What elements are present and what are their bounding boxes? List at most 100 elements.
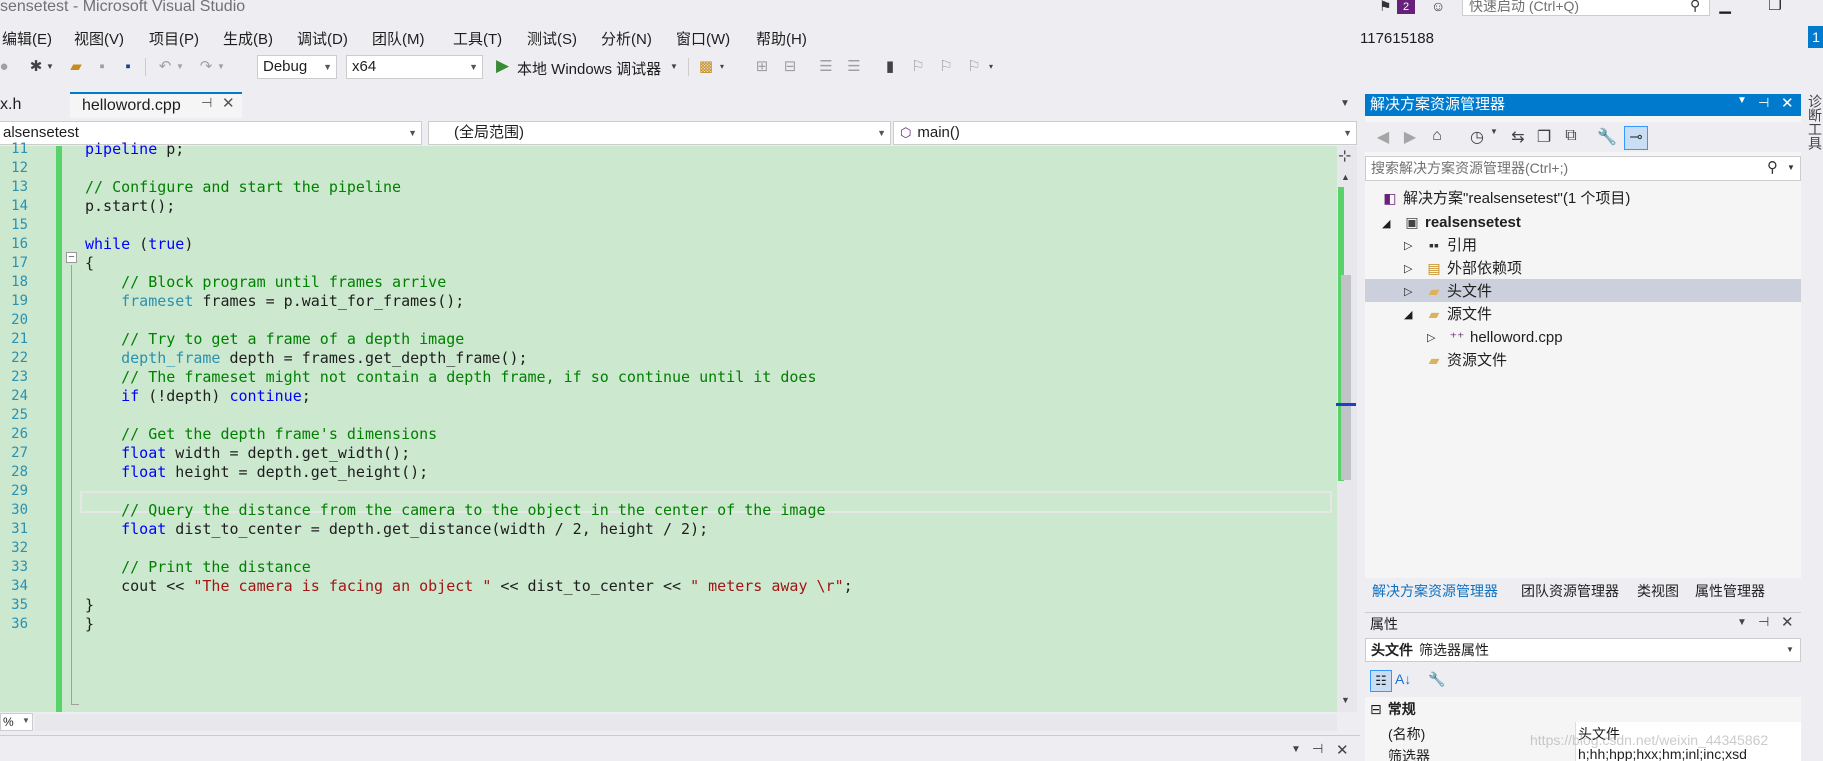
quick-launch-input[interactable]: 快速启动 (Ctrl+Q) bbox=[1462, 0, 1710, 16]
search-icon[interactable]: ⚲ bbox=[1767, 158, 1778, 176]
menu-view[interactable]: 视图(V) bbox=[74, 28, 124, 49]
properties-object-select[interactable]: 头文件 筛选器属性 bbox=[1365, 638, 1801, 662]
scrollbar-thumb[interactable] bbox=[1341, 275, 1351, 480]
home-icon[interactable]: ⌂ bbox=[1426, 127, 1448, 145]
collapsed-arrow-icon[interactable]: ▷ bbox=[1404, 285, 1412, 298]
tab-property-manager[interactable]: 属性管理器 bbox=[1695, 581, 1765, 601]
code-line[interactable]: while (true) bbox=[85, 233, 193, 255]
menu-build[interactable]: 生成(B) bbox=[223, 28, 273, 49]
tree-item-solution[interactable]: ◧ 解决方案"realsensetest"(1 个项目) bbox=[1381, 187, 1630, 210]
menu-test[interactable]: 测试(S) bbox=[527, 28, 577, 49]
properties-wrench-icon[interactable]: 🔧 bbox=[1596, 127, 1618, 147]
project-dropdown[interactable]: alsensetest ▼ bbox=[0, 121, 422, 145]
menu-team[interactable]: 团队(M) bbox=[372, 28, 425, 49]
member-dropdown[interactable]: ⬡ main() ▼ bbox=[893, 121, 1357, 145]
find-in-files-icon[interactable]: ▩ bbox=[696, 57, 716, 77]
tree-item-external-deps[interactable]: ▤ 外部依赖项 bbox=[1425, 257, 1522, 280]
start-debugging-button[interactable]: 本地 Windows 调试器 bbox=[517, 58, 661, 79]
menu-window[interactable]: 窗口(W) bbox=[676, 28, 730, 49]
pin-icon[interactable]: ⊣ bbox=[1758, 95, 1769, 111]
tree-item-header-files[interactable]: ▰ 头文件 bbox=[1425, 280, 1492, 303]
menu-project[interactable]: 项目(P) bbox=[149, 28, 199, 49]
editor-horizontal-scrollbar[interactable] bbox=[35, 714, 1337, 731]
menu-tools[interactable]: 工具(T) bbox=[453, 28, 502, 49]
expanded-arrow-icon[interactable]: ◢ bbox=[1382, 217, 1390, 230]
code-line[interactable]: p.start(); bbox=[85, 195, 175, 217]
collapsed-arrow-icon[interactable]: ▷ bbox=[1404, 239, 1412, 252]
code-line[interactable]: } bbox=[85, 613, 94, 635]
tab-x-h[interactable]: x.h bbox=[0, 92, 70, 118]
property-pages-icon[interactable]: 🔧 bbox=[1428, 671, 1445, 688]
tree-item-references[interactable]: ▪▪ 引用 bbox=[1425, 234, 1477, 257]
diagnostic-tools-tab[interactable]: 诊断工具 bbox=[1805, 94, 1823, 150]
play-icon[interactable]: ▶ bbox=[496, 56, 509, 76]
property-name[interactable]: 筛选器 bbox=[1388, 746, 1430, 761]
redo-icon[interactable]: ↷ bbox=[196, 57, 216, 77]
new-project-icon[interactable]: ✱ bbox=[26, 57, 46, 77]
account-name[interactable]: 117615188 bbox=[1360, 30, 1434, 47]
notification-flag-icon[interactable]: ⚑ bbox=[1379, 0, 1392, 15]
prev-bookmark-icon[interactable]: ⚐ bbox=[908, 57, 928, 77]
split-window-icon[interactable]: ⊹ bbox=[1338, 146, 1351, 166]
chevron-down-icon[interactable]: ▼ bbox=[668, 57, 680, 77]
feedback-icon[interactable]: ☺ bbox=[1431, 0, 1449, 14]
pin-icon[interactable]: ⊣ bbox=[1758, 614, 1769, 630]
collapsed-arrow-icon[interactable]: ▷ bbox=[1404, 262, 1412, 275]
notification-count-badge[interactable]: 2 bbox=[1397, 0, 1415, 14]
chevron-down-icon[interactable]: ▼ bbox=[1787, 163, 1795, 172]
toolbar-overflow-icon[interactable]: ▾ bbox=[985, 57, 997, 77]
chevron-down-icon[interactable]: ▼ bbox=[1737, 95, 1747, 106]
avatar[interactable]: 1 bbox=[1808, 26, 1823, 48]
solution-config-select[interactable]: Debug ▼ bbox=[257, 55, 337, 79]
step-into-icon[interactable]: ⊞ bbox=[752, 57, 772, 77]
tree-item-source-files[interactable]: ▰ 源文件 bbox=[1425, 303, 1492, 326]
collapse-icon[interactable]: ⊟ bbox=[1370, 701, 1382, 717]
code-line[interactable]: pipeline p; bbox=[85, 138, 184, 160]
alphabetical-icon[interactable]: A↓ bbox=[1395, 671, 1411, 687]
close-icon[interactable]: ✕ bbox=[1781, 94, 1794, 112]
close-icon[interactable]: ✕ bbox=[1336, 741, 1349, 759]
menu-debug[interactable]: 调试(D) bbox=[297, 28, 348, 49]
chevron-down-icon[interactable]: ▼ bbox=[1786, 645, 1794, 654]
menu-analyze[interactable]: 分析(N) bbox=[601, 28, 652, 49]
comment-out-icon[interactable]: ☰ bbox=[816, 57, 836, 77]
code-line[interactable]: frameset frames = p.wait_for_frames(); bbox=[85, 290, 464, 312]
close-icon[interactable]: ✕ bbox=[222, 94, 235, 112]
property-value[interactable]: h;hh;hpp;hxx;hm;inl;inc;xsd bbox=[1578, 746, 1747, 761]
bookmark-icon[interactable]: ▮ bbox=[880, 57, 900, 77]
chevron-down-icon[interactable]: ▼ bbox=[22, 716, 30, 725]
chevron-down-icon[interactable]: ▼ bbox=[1737, 617, 1747, 628]
property-name[interactable]: (名称) bbox=[1388, 724, 1425, 744]
code-line[interactable]: cout << "The camera is facing an object … bbox=[85, 575, 853, 597]
minimize-button[interactable]: ▁ bbox=[1710, 0, 1740, 16]
tree-item-resource-files[interactable]: ▰ 资源文件 bbox=[1425, 349, 1507, 372]
tab-class-view[interactable]: 类视图 bbox=[1637, 581, 1679, 601]
scroll-down-icon[interactable]: ▼ bbox=[1341, 695, 1350, 705]
pin-icon[interactable]: ⊣ bbox=[1312, 741, 1323, 757]
undo-icon[interactable]: ↶ bbox=[155, 57, 175, 77]
scope-dropdown[interactable]: (全局范围) ▼ bbox=[428, 121, 891, 145]
solution-search-input[interactable]: 搜索解决方案资源管理器(Ctrl+;) bbox=[1365, 156, 1801, 181]
open-file-icon[interactable]: ▰ bbox=[66, 57, 86, 77]
chevron-down-icon[interactable]: ▼ bbox=[174, 57, 186, 77]
code-line[interactable]: if (!depth) continue; bbox=[85, 385, 311, 407]
restore-button[interactable]: ❐ bbox=[1760, 0, 1790, 16]
tab-list-dropdown-icon[interactable]: ▼ bbox=[1340, 98, 1350, 109]
expanded-arrow-icon[interactable]: ◢ bbox=[1404, 308, 1412, 321]
chevron-down-icon[interactable]: ▼ bbox=[44, 57, 56, 77]
scroll-up-icon[interactable]: ▲ bbox=[1341, 172, 1350, 182]
pin-icon[interactable]: ⊣ bbox=[201, 95, 212, 111]
collapse-icon[interactable]: − bbox=[66, 252, 77, 263]
uncomment-icon[interactable]: ☰ bbox=[844, 57, 864, 77]
sync-icon[interactable]: ⇆ bbox=[1507, 127, 1529, 147]
menu-help[interactable]: 帮助(H) bbox=[756, 28, 807, 49]
chevron-down-icon[interactable]: ▾ bbox=[716, 57, 728, 77]
categorized-icon[interactable]: ☷ bbox=[1370, 670, 1392, 692]
save-all-icon[interactable]: ▪ bbox=[118, 57, 138, 77]
step-over-icon[interactable]: ⊟ bbox=[780, 57, 800, 77]
clear-bookmarks-icon[interactable]: ⚐ bbox=[964, 57, 984, 77]
menu-edit[interactable]: 编辑(E) bbox=[2, 28, 52, 49]
property-category[interactable]: ⊟ 常规 bbox=[1370, 699, 1422, 719]
tab-helloword-cpp[interactable]: helloword.cpp bbox=[70, 92, 242, 118]
chevron-down-icon[interactable]: ▼ bbox=[1291, 744, 1301, 755]
